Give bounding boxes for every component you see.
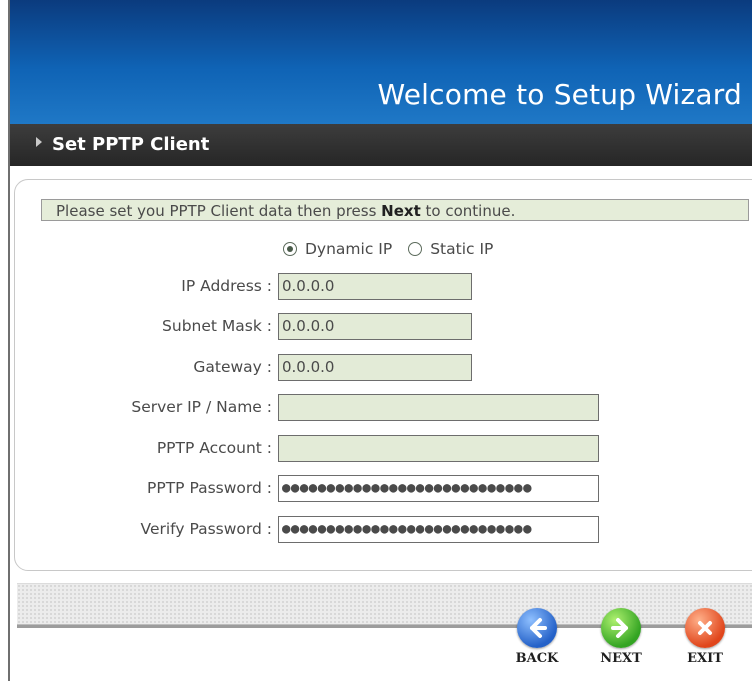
pptp-password-label: PPTP Password : [147,479,272,497]
ip-mode-radio-group: Dynamic IP Static IP [283,238,509,260]
ip-address-label: IP Address : [181,277,272,295]
verify-password-input[interactable]: ●●●●●●●●●●●●●●●●●●●●●●●●●●●● [278,516,599,543]
verify-password-label: Verify Password : [140,520,272,538]
ip-address-input[interactable]: 0.0.0.0 [278,273,472,300]
subnet-mask-label: Subnet Mask : [162,317,272,335]
back-label[interactable]: BACK [507,651,567,666]
dynamic-ip-label[interactable]: Dynamic IP [305,240,392,258]
exit-button[interactable]: EXIT [675,608,735,666]
pptp-account-label: PPTP Account : [156,439,272,457]
back-button[interactable]: BACK [507,608,567,666]
static-ip-radio[interactable] [408,242,423,256]
dynamic-ip-radio[interactable] [283,242,297,256]
notice-bold: Next [381,202,421,220]
notice-prefix: Please set you PPTP Client data then pre… [56,202,382,220]
pptp-account-input[interactable] [278,435,599,462]
close-x-icon[interactable] [685,608,725,648]
server-ip-label: Server IP / Name : [131,398,272,416]
next-label[interactable]: NEXT [591,651,651,666]
arrow-left-icon[interactable] [517,608,557,648]
notice-suffix: to continue. [420,202,516,220]
page-title: Welcome to Setup Wizard [377,78,742,111]
server-ip-input[interactable] [278,394,599,421]
arrow-right-icon[interactable] [601,608,641,648]
section-title: Set PPTP Client [52,134,210,155]
gateway-label: Gateway : [193,358,272,376]
next-button[interactable]: NEXT [591,608,651,666]
header-banner: Welcome to Setup Wizard [10,0,752,124]
radio-selected-dot [287,246,293,252]
section-arrow-icon [36,137,42,147]
pptp-password-input[interactable]: ●●●●●●●●●●●●●●●●●●●●●●●●●●●● [278,475,599,502]
exit-label[interactable]: EXIT [675,651,735,666]
instruction-notice: Please set you PPTP Client data then pre… [41,199,749,221]
section-header: Set PPTP Client [10,124,752,166]
gateway-input[interactable]: 0.0.0.0 [278,354,472,381]
subnet-mask-input[interactable]: 0.0.0.0 [278,313,472,340]
static-ip-label[interactable]: Static IP [430,240,493,258]
